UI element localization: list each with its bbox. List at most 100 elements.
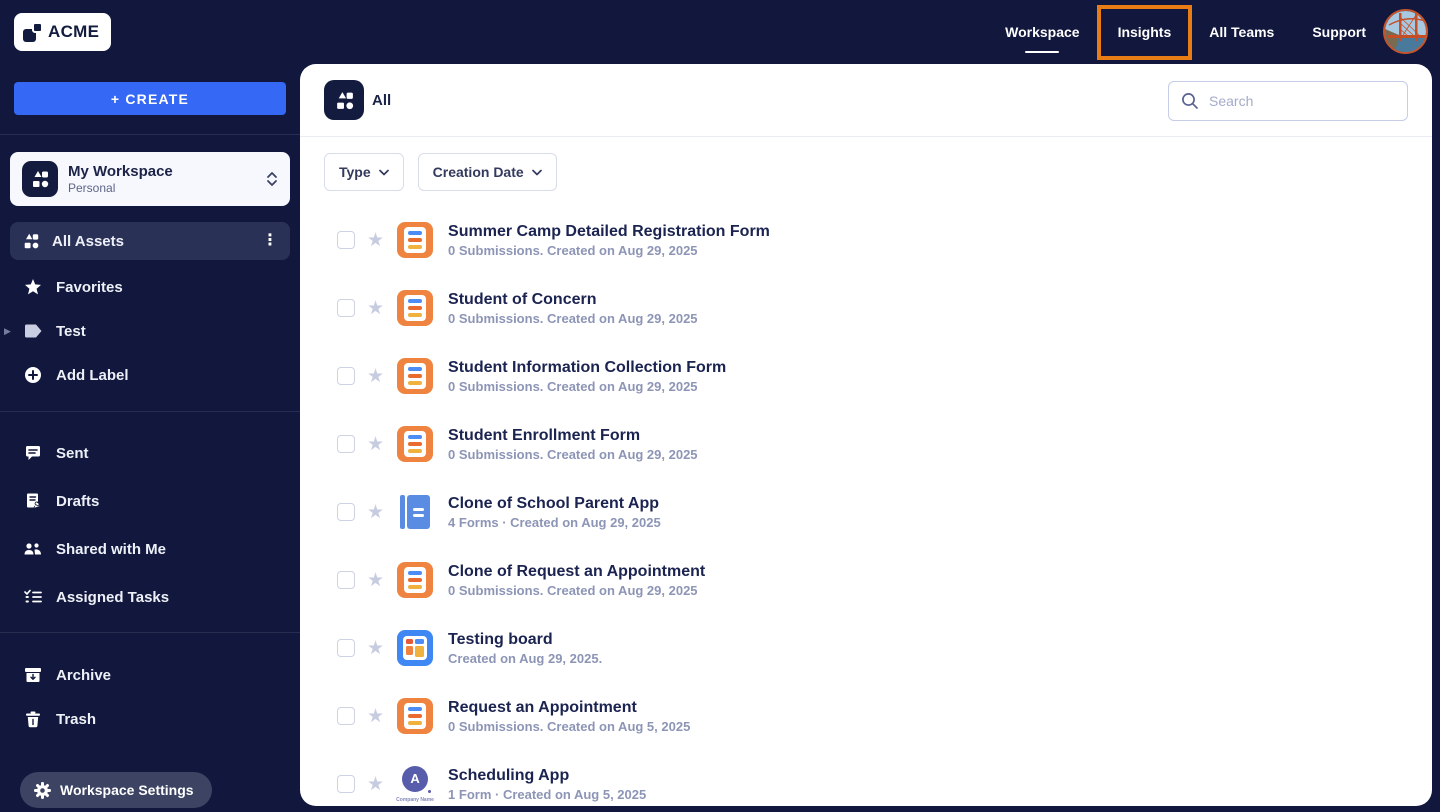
asset-title[interactable]: Student Information Collection Form: [448, 357, 726, 378]
sidebar-item-drafts[interactable]: Drafts: [10, 482, 290, 520]
form-icon: [397, 424, 434, 464]
row-checkbox[interactable]: [337, 435, 355, 453]
nav-support[interactable]: Support: [1312, 24, 1366, 40]
sidebar-item-shared-with-me[interactable]: Shared with Me: [10, 530, 290, 568]
row-checkbox[interactable]: [337, 639, 355, 657]
create-button[interactable]: + CREATE: [14, 82, 286, 115]
app-icon: [397, 492, 433, 532]
creation-date-filter-button[interactable]: Creation Date: [417, 153, 557, 191]
row-checkbox[interactable]: [337, 503, 355, 521]
golden-gate-avatar-image: [1385, 11, 1426, 52]
sidebar-item-trash[interactable]: Trash: [10, 700, 290, 738]
asset-title[interactable]: Clone of School Parent App: [448, 493, 661, 514]
table-row[interactable]: ★ Request an Appointment 0 Submissions. …: [300, 682, 1432, 750]
favorite-star-icon[interactable]: ★: [367, 435, 384, 454]
asset-title[interactable]: Summer Camp Detailed Registration Form: [448, 221, 770, 242]
row-checkbox[interactable]: [337, 707, 355, 725]
table-row[interactable]: ★ Student Information Collection Form 0 …: [300, 342, 1432, 410]
nav-insights[interactable]: Insights: [1118, 24, 1172, 40]
trash-icon: [22, 711, 44, 728]
sidebar: + CREATE My Workspace Personal All Asset…: [0, 64, 300, 812]
content-panel: All Type Creation Date ★ Summer Camp Det…: [300, 64, 1432, 806]
sidebar-item-assigned-tasks[interactable]: Assigned Tasks: [10, 578, 290, 616]
favorite-star-icon[interactable]: ★: [367, 503, 384, 522]
acme-logo-icon: [23, 22, 43, 42]
divider: [0, 134, 300, 135]
table-row[interactable]: ★ Summer Camp Detailed Registration Form…: [300, 206, 1432, 274]
search-box[interactable]: [1168, 81, 1408, 121]
asset-title[interactable]: Scheduling App: [448, 765, 646, 786]
form-icon: [397, 220, 434, 260]
form-icon: [397, 288, 434, 328]
board-icon: [397, 628, 434, 668]
favorite-star-icon[interactable]: ★: [367, 571, 384, 590]
asset-subtitle: 0 Submissions. Created on Aug 29, 2025: [448, 583, 698, 598]
row-checkbox[interactable]: [337, 231, 355, 249]
star-icon: [22, 278, 44, 296]
form-icon: [397, 560, 434, 600]
company-logo-icon: A Company Name: [396, 764, 434, 804]
favorite-star-icon[interactable]: ★: [367, 775, 384, 794]
table-row[interactable]: ★ Student of Concern 0 Submissions. Crea…: [300, 274, 1432, 342]
asset-title[interactable]: Testing board: [448, 629, 602, 650]
favorite-star-icon[interactable]: ★: [367, 639, 384, 658]
nav-workspace[interactable]: Workspace: [1005, 24, 1079, 40]
panel-header: All: [300, 64, 1432, 137]
asset-subtitle: 0 Submissions. Created on Aug 5, 2025: [448, 719, 691, 734]
acme-logo-text: ACME: [48, 22, 100, 41]
sidebar-item-archive[interactable]: Archive: [10, 656, 290, 694]
nav-all-teams[interactable]: All Teams: [1209, 24, 1274, 40]
search-icon: [1182, 93, 1198, 109]
insights-highlight-box: Insights: [1096, 4, 1193, 60]
divider: [0, 411, 300, 412]
type-filter-button[interactable]: Type: [324, 153, 404, 191]
row-checkbox[interactable]: [337, 299, 355, 317]
top-navigation: Workspace Insights All Teams Support: [1005, 0, 1366, 64]
sidebar-item-sent[interactable]: Sent: [10, 434, 290, 472]
acme-logo[interactable]: ACME: [14, 13, 112, 51]
asset-title[interactable]: Request an Appointment: [448, 697, 690, 718]
table-row[interactable]: ★ Testing board Created on Aug 29, 2025.: [300, 614, 1432, 682]
all-assets-icon: [24, 233, 39, 249]
sidebar-item-all-assets[interactable]: All Assets ⋮: [10, 222, 290, 260]
favorite-star-icon[interactable]: ★: [367, 299, 384, 318]
user-avatar[interactable]: [1383, 9, 1428, 54]
search-input[interactable]: [1209, 93, 1395, 109]
workspace-title: My Workspace: [68, 163, 173, 180]
asset-title[interactable]: Clone of Request an Appointment: [448, 561, 705, 582]
sidebar-item-add-label[interactable]: Add Label: [10, 356, 290, 394]
chevron-updown-icon[interactable]: [266, 171, 278, 187]
expand-arrow-icon[interactable]: ▶: [4, 326, 11, 337]
favorite-star-icon[interactable]: ★: [367, 367, 384, 386]
kebab-menu-icon[interactable]: ⋮: [262, 233, 278, 249]
workspace-icon: [22, 161, 58, 197]
table-row[interactable]: ★ Clone of Request an Appointment 0 Subm…: [300, 546, 1432, 614]
asset-subtitle: 1 Form · Created on Aug 5, 2025: [448, 787, 647, 802]
asset-list: ★ Summer Camp Detailed Registration Form…: [300, 206, 1432, 806]
row-checkbox[interactable]: [337, 367, 355, 385]
table-row[interactable]: ★ Clone of School Parent App 4 Forms · C…: [300, 478, 1432, 546]
workspace-settings-button[interactable]: Workspace Settings: [20, 772, 212, 808]
asset-subtitle: 0 Submissions. Created on Aug 29, 2025: [448, 379, 698, 394]
plus-circle-icon: [22, 366, 44, 384]
row-checkbox[interactable]: [337, 775, 355, 793]
asset-title[interactable]: Student Enrollment Form: [448, 425, 698, 446]
asset-subtitle: 4 Forms · Created on Aug 29, 2025: [448, 515, 661, 530]
workspace-subtitle: Personal: [68, 181, 116, 195]
asset-subtitle: 0 Submissions. Created on Aug 29, 2025: [448, 311, 698, 326]
workspace-settings-label: Workspace Settings: [60, 782, 194, 798]
workspace-selector[interactable]: My Workspace Personal: [10, 152, 290, 206]
favorite-star-icon[interactable]: ★: [367, 231, 384, 250]
row-checkbox[interactable]: [337, 571, 355, 589]
table-row[interactable]: ★ A Company Name Scheduling App 1 Form ·…: [300, 750, 1432, 806]
asset-title[interactable]: Student of Concern: [448, 289, 698, 310]
favorite-star-icon[interactable]: ★: [367, 707, 384, 726]
asset-subtitle: 0 Submissions. Created on Aug 29, 2025: [448, 243, 698, 258]
asset-subtitle: Created on Aug 29, 2025.: [448, 651, 603, 666]
sidebar-item-test-label[interactable]: ▶ Test: [4, 312, 290, 350]
gear-icon: [34, 781, 51, 799]
table-row[interactable]: ★ Student Enrollment Form 0 Submissions.…: [300, 410, 1432, 478]
all-assets-header-icon: [324, 80, 364, 120]
sent-icon: [22, 444, 44, 462]
sidebar-item-favorites[interactable]: Favorites: [10, 268, 290, 306]
